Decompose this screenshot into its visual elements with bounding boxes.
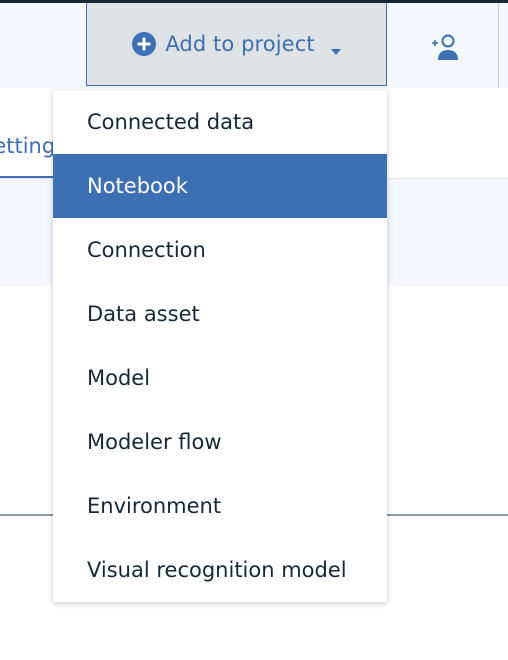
menu-item-visual-recognition-model[interactable]: Visual recognition model: [53, 538, 387, 602]
menu-item-model[interactable]: Model: [53, 346, 387, 410]
add-to-project-label: Add to project: [165, 32, 315, 56]
menu-item-environment[interactable]: Environment: [53, 474, 387, 538]
menu-item-connected-data[interactable]: Connected data: [53, 90, 387, 154]
add-to-project-menu: Connected data Notebook Connection Data …: [53, 90, 387, 602]
plus-circle-icon: [132, 32, 157, 56]
tab-settings-label: Settings: [0, 134, 56, 158]
add-collaborator-icon[interactable]: [430, 34, 460, 62]
menu-item-notebook[interactable]: Notebook: [53, 154, 387, 218]
add-to-project-button[interactable]: Add to project: [86, 3, 387, 86]
header-divider: [498, 3, 499, 88]
menu-item-modeler-flow[interactable]: Modeler flow: [53, 410, 387, 474]
menu-item-data-asset[interactable]: Data asset: [53, 282, 387, 346]
caret-down-icon: [330, 40, 341, 55]
tab-settings[interactable]: Settings: [0, 132, 56, 178]
menu-item-connection[interactable]: Connection: [53, 218, 387, 282]
